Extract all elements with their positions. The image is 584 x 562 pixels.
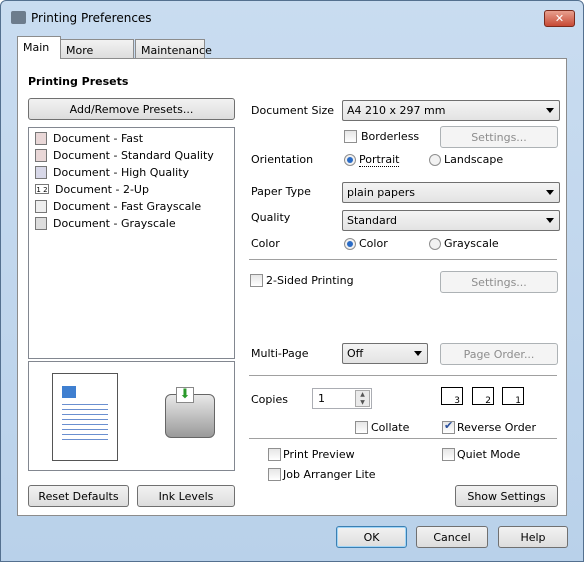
printer-image-icon: ⬇ bbox=[165, 387, 215, 438]
print-preview-label: Print Preview bbox=[283, 448, 355, 461]
copy-order-icon: 3 bbox=[441, 387, 463, 406]
reset-defaults-button[interactable]: Reset Defaults bbox=[28, 485, 129, 507]
copy-order-icon: 1 bbox=[502, 387, 524, 406]
document-size-label: Document Size bbox=[251, 104, 335, 117]
quality-value: Standard bbox=[347, 214, 398, 227]
color-radio[interactable] bbox=[344, 238, 356, 250]
preset-label: Document - Standard Quality bbox=[53, 148, 214, 162]
borderless-label: Borderless bbox=[361, 130, 420, 143]
chevron-down-icon bbox=[546, 218, 554, 223]
copies-value: 1 bbox=[318, 392, 325, 405]
copies-label: Copies bbox=[251, 393, 288, 406]
collate-checkbox[interactable] bbox=[355, 421, 368, 434]
preset-label: Document - Fast Grayscale bbox=[53, 199, 202, 213]
document-photo-icon bbox=[35, 165, 47, 179]
reverse-order-label: Reverse Order bbox=[457, 421, 536, 434]
two-up-icon: 1 2 bbox=[35, 184, 49, 194]
landscape-radio[interactable] bbox=[429, 154, 441, 166]
ok-button[interactable]: OK bbox=[336, 526, 407, 548]
quality-select[interactable]: Standard bbox=[342, 210, 560, 231]
document-color-icon bbox=[35, 148, 47, 162]
preset-label: Document - 2-Up bbox=[55, 182, 149, 196]
chevron-down-icon bbox=[414, 351, 422, 356]
window-title: Printing Preferences bbox=[31, 11, 152, 25]
preset-label: Document - Grayscale bbox=[53, 216, 176, 230]
job-arranger-checkbox[interactable] bbox=[268, 468, 281, 481]
grayscale-label: Grayscale bbox=[444, 237, 499, 250]
presets-list[interactable]: Document - Fast Document - Standard Qual… bbox=[28, 127, 235, 359]
tab-maintenance[interactable]: Maintenance bbox=[135, 39, 212, 59]
paper-type-label: Paper Type bbox=[251, 185, 311, 198]
page-order-button[interactable]: Page Order... bbox=[440, 343, 558, 365]
printer-icon bbox=[11, 11, 26, 24]
chevron-down-icon bbox=[546, 190, 554, 195]
preset-item[interactable]: Document - Fast bbox=[35, 130, 143, 146]
landscape-label: Landscape bbox=[444, 153, 504, 166]
copies-spinner[interactable]: ▲ ▼ bbox=[355, 390, 370, 407]
color-label: Color bbox=[251, 237, 280, 250]
two-sided-label: 2-Sided Printing bbox=[266, 274, 354, 287]
quiet-mode-label: Quiet Mode bbox=[457, 448, 521, 461]
preset-item[interactable]: 1 2 Document - 2-Up bbox=[35, 181, 149, 197]
quiet-mode-checkbox[interactable] bbox=[442, 448, 455, 461]
page-preview-icon bbox=[52, 373, 118, 461]
printing-preferences-window: Printing Preferences ✕ Main More Options… bbox=[0, 0, 584, 562]
print-preview-area: ⬇ bbox=[28, 361, 235, 471]
help-button[interactable]: Help bbox=[498, 526, 568, 548]
grayscale-radio[interactable] bbox=[429, 238, 441, 250]
paper-type-value: plain papers bbox=[347, 186, 416, 199]
preset-item[interactable]: Document - Fast Grayscale bbox=[35, 198, 201, 214]
portrait-label: Portrait bbox=[359, 153, 400, 167]
print-preview-checkbox[interactable] bbox=[268, 448, 281, 461]
document-gray-icon bbox=[35, 199, 47, 213]
two-sided-settings-button[interactable]: Settings... bbox=[440, 271, 558, 293]
color-option-label: Color bbox=[359, 237, 388, 250]
document-gray-photo-icon bbox=[35, 216, 47, 230]
document-size-value: A4 210 x 297 mm bbox=[347, 104, 446, 117]
paper-type-select[interactable]: plain papers bbox=[342, 182, 560, 203]
copy-order-icon: 2 bbox=[472, 387, 494, 406]
portrait-radio[interactable] bbox=[344, 154, 356, 166]
multi-page-label: Multi-Page bbox=[251, 347, 309, 360]
preset-item[interactable]: Document - Grayscale bbox=[35, 215, 176, 231]
chevron-down-icon bbox=[546, 108, 554, 113]
divider bbox=[249, 375, 557, 376]
divider bbox=[249, 259, 557, 260]
collate-label: Collate bbox=[371, 421, 410, 434]
preset-label: Document - Fast bbox=[53, 131, 144, 145]
add-remove-presets-button[interactable]: Add/Remove Presets... bbox=[28, 98, 235, 120]
preset-item[interactable]: Document - Standard Quality bbox=[35, 147, 214, 163]
document-color-icon bbox=[35, 131, 47, 145]
divider bbox=[249, 438, 557, 439]
tab-main[interactable]: Main bbox=[17, 36, 61, 59]
orientation-label: Orientation bbox=[251, 153, 314, 166]
close-button[interactable]: ✕ bbox=[544, 10, 575, 27]
reverse-order-checkbox[interactable] bbox=[442, 419, 455, 434]
copies-input[interactable]: 1 ▲ ▼ bbox=[312, 388, 372, 409]
multi-page-select[interactable]: Off bbox=[342, 343, 428, 364]
ink-levels-button[interactable]: Ink Levels bbox=[137, 485, 235, 507]
cancel-button[interactable]: Cancel bbox=[416, 526, 488, 548]
two-sided-checkbox[interactable] bbox=[250, 274, 263, 287]
tab-more-options[interactable]: More Options bbox=[60, 39, 134, 70]
show-settings-button[interactable]: Show Settings bbox=[455, 485, 558, 507]
multi-page-value: Off bbox=[347, 347, 364, 360]
borderless-settings-button[interactable]: Settings... bbox=[440, 126, 558, 148]
quality-label: Quality bbox=[251, 211, 291, 224]
preset-item[interactable]: Document - High Quality bbox=[35, 164, 189, 180]
job-arranger-label: Job Arranger Lite bbox=[283, 468, 376, 481]
borderless-checkbox[interactable] bbox=[344, 130, 357, 143]
document-size-select[interactable]: A4 210 x 297 mm bbox=[342, 100, 560, 121]
presets-heading: Printing Presets bbox=[28, 75, 129, 88]
preset-label: Document - High Quality bbox=[53, 165, 190, 179]
